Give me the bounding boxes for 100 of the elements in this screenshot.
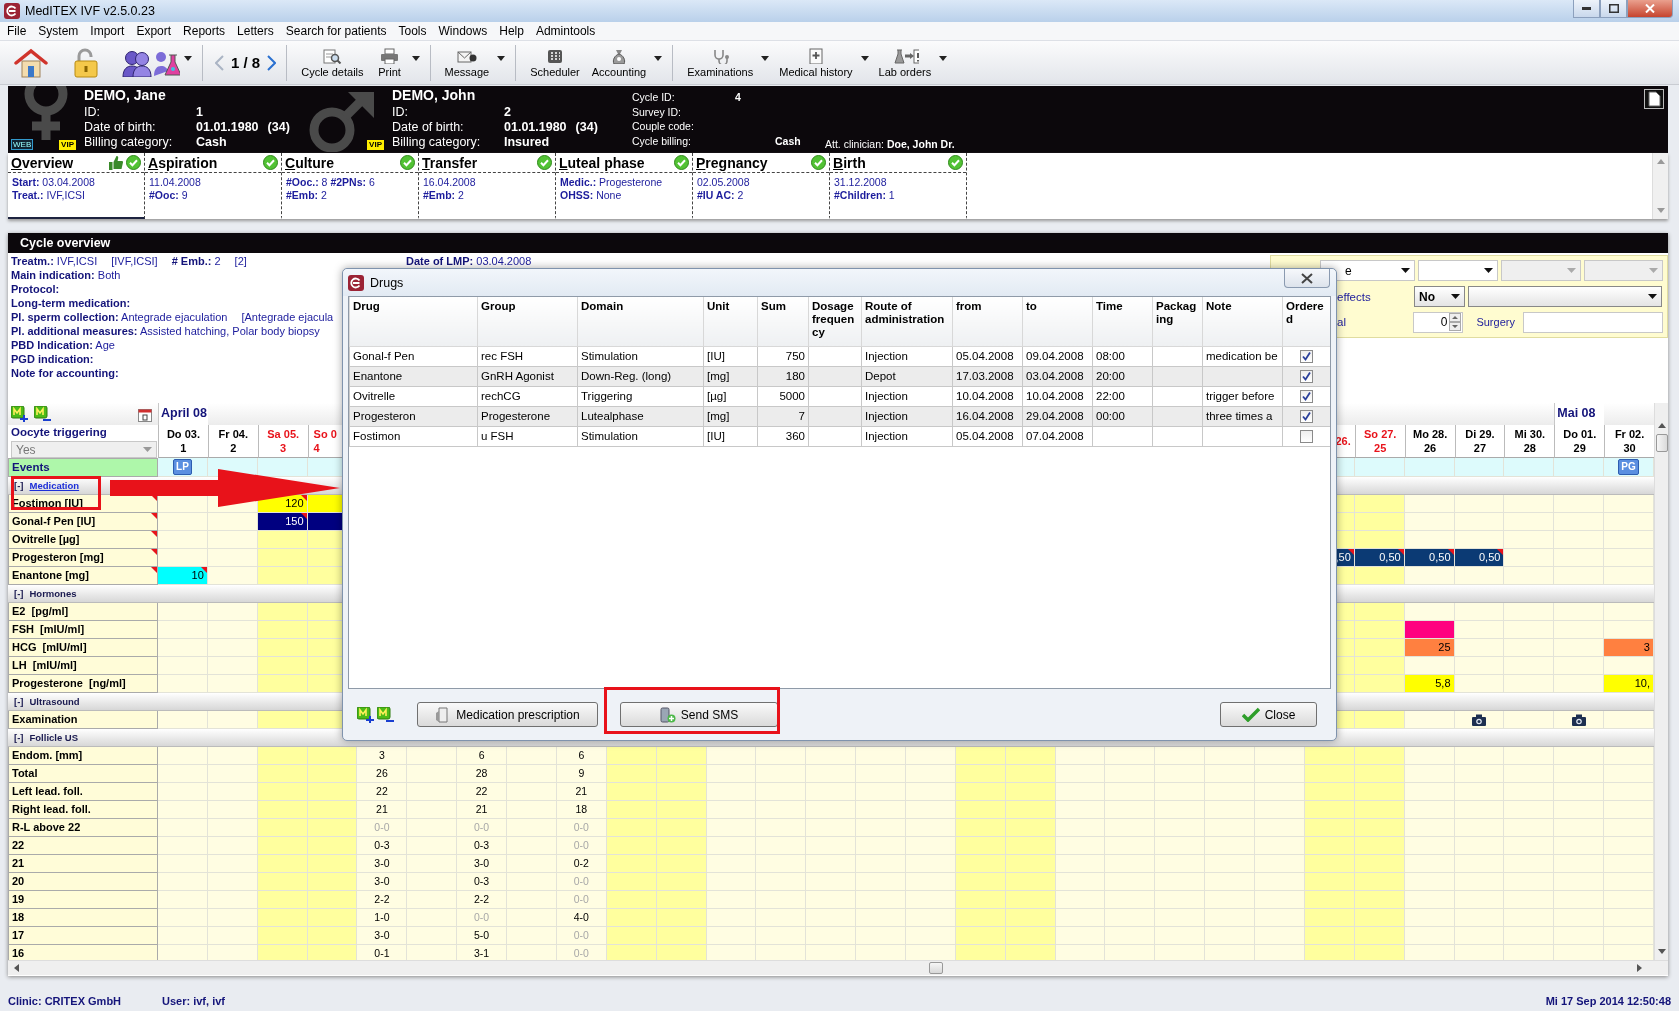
remove-medication-icon[interactable] bbox=[377, 706, 394, 723]
caret-icon[interactable] bbox=[761, 56, 770, 61]
caret-icon[interactable] bbox=[939, 56, 948, 61]
checkbox[interactable] bbox=[1300, 349, 1313, 363]
toolbar-button[interactable]: Accounting bbox=[585, 47, 653, 78]
collapse-toggle[interactable]: [-] bbox=[14, 732, 24, 743]
home-icon[interactable] bbox=[14, 47, 48, 78]
scroll-down-icon[interactable] bbox=[1657, 949, 1666, 954]
toolbar-button[interactable]: Cycle details bbox=[295, 47, 370, 78]
remove-medication-icon[interactable] bbox=[34, 406, 51, 422]
checkbox[interactable] bbox=[1300, 409, 1313, 423]
scrollbar-thumb[interactable] bbox=[929, 962, 943, 974]
calendar-cell: 3 bbox=[357, 747, 408, 765]
scroll-up-icon[interactable] bbox=[1657, 423, 1666, 428]
column-header[interactable]: to bbox=[1022, 297, 1093, 346]
field-value: Doe, John Dr. bbox=[886, 138, 955, 150]
info-text: [IVF,ICSI] bbox=[111, 254, 158, 268]
section-link[interactable]: Medication bbox=[29, 480, 80, 491]
column-header[interactable]: Route of administration bbox=[861, 297, 953, 346]
phase-card[interactable]: Transfer 16.04.2008 #Emb: 2 bbox=[419, 153, 556, 219]
toolbar-button[interactable]: Examinations bbox=[681, 47, 760, 78]
toolbar-button[interactable]: Medical history bbox=[773, 47, 859, 78]
menu-item[interactable]: Export bbox=[130, 24, 178, 38]
table-cell: 05.04.2008 bbox=[952, 426, 1023, 446]
dialog-button[interactable]: Send SMS bbox=[620, 702, 778, 727]
column-header[interactable]: Group bbox=[477, 297, 578, 346]
phase-title: Aspiration bbox=[148, 154, 218, 171]
menu-item[interactable]: Import bbox=[84, 24, 131, 38]
column-header[interactable]: Sum bbox=[757, 297, 809, 346]
phase-card[interactable]: Pregnancy 02.05.2008 #IU AC: 2 bbox=[693, 153, 830, 219]
menu-item[interactable]: Reports bbox=[177, 24, 232, 38]
menu-item[interactable]: Tools bbox=[392, 24, 433, 38]
column-header[interactable]: Dosage frequency bbox=[808, 297, 862, 346]
caret-icon[interactable] bbox=[654, 56, 663, 61]
dropdown[interactable] bbox=[1468, 286, 1662, 307]
scrollbar-thumb[interactable] bbox=[1655, 434, 1668, 452]
web-badge: WEB bbox=[11, 139, 34, 150]
caret-icon[interactable] bbox=[184, 56, 192, 61]
camera-icon[interactable] bbox=[1471, 713, 1486, 726]
padlock-icon[interactable] bbox=[74, 47, 98, 78]
collapse-toggle[interactable]: [-] bbox=[14, 588, 24, 599]
maximize-button[interactable] bbox=[1600, 0, 1627, 18]
checkbox[interactable] bbox=[1300, 389, 1313, 403]
scroll-right-icon[interactable] bbox=[1637, 964, 1642, 972]
column-header[interactable]: Domain bbox=[577, 297, 704, 346]
phase-card[interactable]: Overview Start: 03.04.2008 Treat.: IVF,ICSI bbox=[8, 153, 145, 219]
caret-icon[interactable] bbox=[860, 56, 869, 61]
menu-item[interactable]: Windows bbox=[432, 24, 494, 38]
phase-card[interactable]: Luteal phase Medic.: Progesterone OHSS: None bbox=[556, 153, 693, 219]
dropdown[interactable]: Yes bbox=[11, 441, 157, 458]
close-button[interactable]: Close bbox=[1220, 702, 1317, 727]
checkbox[interactable] bbox=[1300, 429, 1313, 443]
camera-icon[interactable] bbox=[1571, 713, 1586, 726]
column-header[interactable]: Ordered bbox=[1282, 297, 1330, 346]
caret-icon[interactable] bbox=[497, 56, 506, 61]
horizontal-scrollbar[interactable] bbox=[8, 960, 1668, 975]
scroll-left-icon[interactable] bbox=[14, 964, 19, 972]
menu-item[interactable]: Help bbox=[493, 24, 530, 38]
vertical-scrollbar[interactable] bbox=[1654, 403, 1668, 960]
dropdown[interactable]: No bbox=[1414, 286, 1465, 307]
menu-item[interactable]: Admintools bbox=[529, 24, 602, 38]
toolbar-button[interactable]: Print bbox=[369, 47, 410, 78]
next-icon[interactable] bbox=[267, 54, 277, 71]
menu-item[interactable]: System bbox=[32, 24, 85, 38]
people-icon[interactable] bbox=[122, 48, 152, 77]
minimize-icon bbox=[1582, 7, 1591, 10]
collapse-toggle[interactable]: [-] bbox=[14, 480, 24, 491]
calendar-cell: 9 bbox=[556, 765, 607, 783]
menu-item[interactable]: File bbox=[1, 24, 33, 38]
collapse-toggle[interactable]: [-] bbox=[14, 696, 24, 707]
number-field[interactable]: 0 bbox=[1413, 311, 1464, 333]
phase-title: Overview bbox=[11, 154, 74, 171]
calendar-icon[interactable] bbox=[138, 406, 152, 422]
checkbox[interactable] bbox=[1300, 369, 1313, 383]
menu-item[interactable]: Search for patients bbox=[279, 24, 393, 38]
column-header[interactable]: Drug bbox=[349, 297, 478, 346]
column-header[interactable]: from bbox=[952, 297, 1023, 346]
add-medication-icon[interactable] bbox=[357, 706, 374, 723]
toolbar-button[interactable]: Message bbox=[438, 47, 496, 78]
column-header[interactable]: Time bbox=[1092, 297, 1153, 346]
field-value: Insured bbox=[504, 135, 550, 150]
document-icon[interactable] bbox=[1644, 89, 1664, 109]
text-field[interactable] bbox=[1522, 311, 1663, 333]
column-header[interactable]: Note bbox=[1202, 297, 1283, 346]
toolbar-button[interactable]: Scheduler bbox=[524, 47, 586, 78]
minimize-button[interactable] bbox=[1573, 0, 1600, 18]
close-button[interactable] bbox=[1627, 0, 1673, 18]
close-button[interactable] bbox=[1284, 269, 1330, 288]
phase-card[interactable]: Culture #Ooc.: 8 #2PNs: 6 #Emb: 2 bbox=[282, 153, 419, 219]
toolbar-button[interactable]: Lab orders bbox=[872, 47, 938, 78]
menu-item[interactable]: Letters bbox=[231, 24, 280, 38]
add-medication-icon[interactable] bbox=[11, 406, 28, 422]
spinner-icon[interactable] bbox=[1449, 313, 1462, 332]
table-cell: Stimulation bbox=[577, 346, 704, 366]
dialog-button[interactable]: Medication prescription bbox=[417, 702, 598, 727]
column-header[interactable]: Packaging bbox=[1152, 297, 1203, 346]
caret-icon[interactable] bbox=[411, 56, 420, 61]
column-header[interactable]: Unit bbox=[703, 297, 758, 346]
phase-card[interactable]: Birth 31.12.2008 #Children: 1 bbox=[830, 153, 967, 219]
phase-card[interactable]: Aspiration 11.04.2008 #Ooc: 9 bbox=[145, 153, 282, 219]
